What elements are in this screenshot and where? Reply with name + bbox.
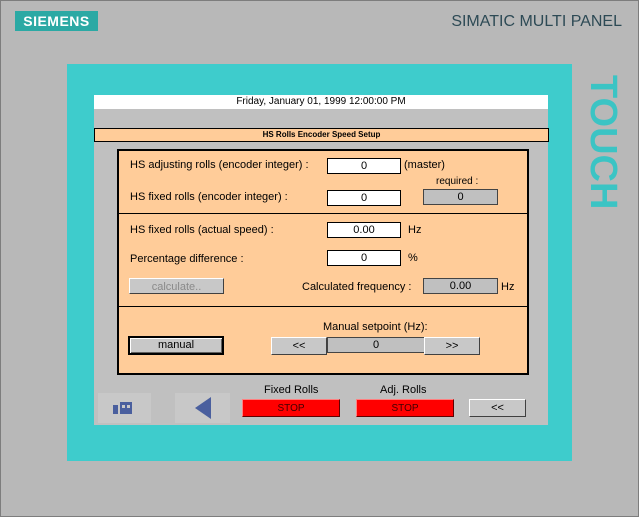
manual-setpoint-value: 0 [327, 337, 425, 353]
setpoint-increase-button[interactable]: >> [424, 337, 480, 355]
touch-label: TOUCH [582, 74, 624, 210]
fixed-rolls-status-label: Fixed Rolls [264, 384, 319, 396]
manual-button[interactable]: manual [128, 336, 224, 355]
calculated-frequency-value: 0.00 [423, 278, 498, 294]
actual-speed-label: HS fixed rolls (actual speed) : [130, 224, 274, 236]
setpoint-decrease-button[interactable]: << [271, 337, 327, 355]
percentage-unit: % [408, 252, 418, 264]
brand-logo: SIEMENS [15, 11, 98, 31]
adjusting-rolls-input[interactable]: 0 [327, 158, 401, 174]
actual-speed-input[interactable]: 0.00 [327, 222, 401, 238]
required-label: required : [436, 176, 479, 187]
required-value: 0 [423, 189, 498, 205]
model-name: SIMATIC MULTI PANEL [451, 13, 622, 30]
home-button[interactable] [98, 393, 151, 423]
manual-setpoint-label: Manual setpoint (Hz): [323, 321, 428, 333]
percentage-input[interactable]: 0 [327, 250, 401, 266]
calculate-button[interactable]: calculate.. [129, 278, 224, 294]
back-nav-button[interactable] [175, 393, 230, 423]
datetime-display: Friday, January 01, 1999 12:00:00 PM [94, 95, 548, 109]
back-button[interactable]: << [469, 399, 526, 417]
hmi-panel: SIEMENS SIMATIC MULTI PANEL TOUCH Friday… [0, 0, 639, 517]
actual-speed-unit: Hz [408, 224, 422, 236]
arrow-left-icon [195, 397, 211, 419]
fixed-rolls-input[interactable]: 0 [327, 190, 401, 206]
calculated-frequency-label: Calculated frequency : [302, 281, 412, 293]
calculated-frequency-unit: Hz [501, 281, 515, 293]
fixed-rolls-label: HS fixed rolls (encoder integer) : [130, 191, 288, 203]
adjusting-rolls-label: HS adjusting rolls (encoder integer) : [130, 159, 309, 171]
adj-rolls-stop-indicator[interactable]: STOP [356, 399, 454, 417]
page-title: HS Rolls Encoder Speed Setup [94, 128, 549, 142]
master-note: (master) [404, 159, 445, 171]
percentage-label: Percentage difference : [130, 253, 244, 265]
fixed-rolls-stop-indicator[interactable]: STOP [242, 399, 340, 417]
adj-rolls-status-label: Adj. Rolls [380, 384, 427, 396]
home-icon [113, 402, 132, 414]
